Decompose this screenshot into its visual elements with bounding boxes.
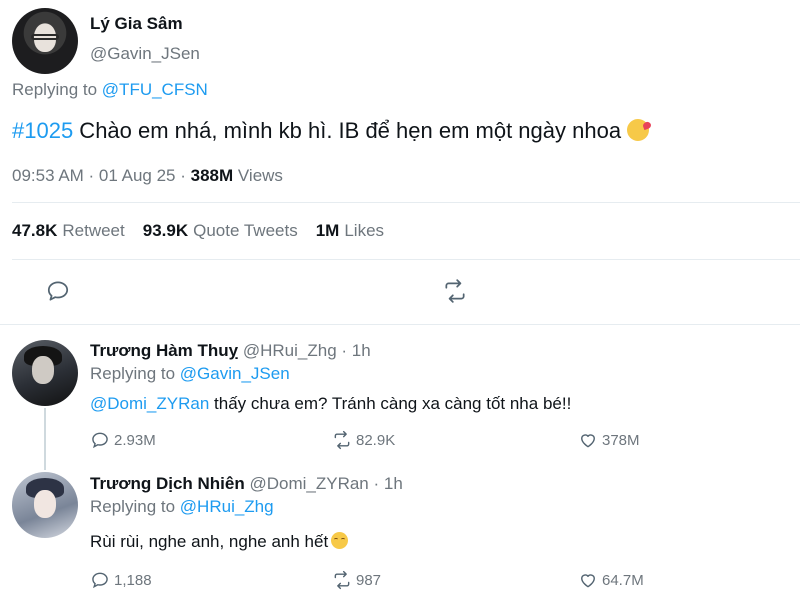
reply-count: 1,188: [114, 571, 152, 589]
reply-header: Trương Dịch Nhiên @Domi_ZYRan · 1h: [90, 474, 403, 494]
replying-to-line: Replying to @TFU_CFSN: [12, 80, 208, 100]
section-divider: [0, 324, 800, 325]
reply-author-name[interactable]: Trương Hàm Thuỵ: [90, 341, 238, 360]
reply-icon: [92, 572, 108, 589]
reply-avatar[interactable]: [12, 472, 78, 538]
tweet-text: #1025 Chào em nhá, mình kb hì. IB để hẹn…: [12, 118, 650, 144]
emoji-kiss-icon: [627, 119, 650, 141]
replying-to-link[interactable]: @HRui_Zhg: [180, 497, 274, 516]
emoji-relieved-icon: [331, 532, 349, 549]
tweet-meta: 09:53 AM · 01 Aug 25 · 388M Views: [12, 166, 283, 186]
replying-prefix: Replying to: [90, 497, 176, 516]
quote-stat[interactable]: 93.9K Quote Tweets: [143, 221, 298, 241]
author-name[interactable]: Lý Gia Sâm: [90, 14, 183, 34]
reply-body: Rùi rùi, nghe anh, nghe anh hết: [90, 532, 329, 551]
reply-body: thấy chưa em? Tránh càng xa càng tốt nha…: [209, 394, 572, 413]
retweet-button[interactable]: 82.9K: [332, 430, 395, 450]
retweet-icon: [334, 570, 350, 590]
replying-prefix: Replying to: [12, 80, 98, 99]
reply-button[interactable]: 1,188: [90, 570, 152, 590]
divider: [12, 202, 800, 203]
hashtag-link[interactable]: #1025: [12, 118, 73, 143]
retweet-icon: [334, 430, 350, 450]
reply-avatar[interactable]: [12, 340, 78, 406]
like-count: 64.7M: [602, 571, 644, 589]
retweet-icon[interactable]: [442, 278, 468, 304]
divider: [12, 259, 800, 260]
tweet-timestamp[interactable]: 09:53 AM · 01 Aug 25 ·: [12, 166, 191, 185]
like-button[interactable]: 64.7M: [578, 570, 644, 590]
author-handle[interactable]: @Gavin_JSen: [90, 44, 200, 64]
reply-author-name[interactable]: Trương Dịch Nhiên: [90, 474, 245, 493]
retweet-button[interactable]: 987: [332, 570, 381, 590]
avatar-glasses: [31, 34, 59, 40]
reply-replying-to: Replying to @HRui_Zhg: [90, 497, 274, 517]
views-label: Views: [233, 166, 283, 185]
view-count: 388M: [190, 166, 234, 185]
thread-connector: [44, 408, 46, 470]
likes-stat[interactable]: 1M Likes: [316, 221, 384, 241]
retweet-count: 987: [356, 571, 382, 589]
like-count: 378M: [602, 431, 640, 449]
reply-icon[interactable]: [45, 278, 71, 304]
reply-text: @Domi_ZYRan thấy chưa em? Tránh càng xa …: [90, 394, 571, 414]
tweet-stats: 47.8K Retweet 93.9K Quote Tweets 1M Likes: [12, 221, 384, 241]
author-avatar[interactable]: [12, 8, 78, 74]
replying-to-link[interactable]: @TFU_CFSN: [102, 80, 208, 99]
reply-count: 2.93M: [114, 431, 156, 449]
reply-icon: [92, 432, 108, 449]
replying-to-link[interactable]: @Gavin_JSen: [180, 364, 290, 383]
avatar-face: [34, 490, 56, 518]
reply-author-handle[interactable]: @HRui_Zhg · 1h: [238, 341, 371, 360]
retweet-count: 82.9K: [356, 431, 396, 449]
like-button[interactable]: 378M: [578, 430, 640, 450]
retweet-stat[interactable]: 47.8K Retweet: [12, 221, 125, 241]
reply-button[interactable]: 2.93M: [90, 430, 156, 450]
reply-replying-to: Replying to @Gavin_JSen: [90, 364, 290, 384]
reply-header: Trương Hàm Thuỵ @HRui_Zhg · 1h: [90, 341, 371, 361]
mention-link[interactable]: @Domi_ZYRan: [90, 394, 209, 413]
reply-text: Rùi rùi, nghe anh, nghe anh hết: [90, 532, 349, 552]
heart-icon: [581, 574, 595, 588]
replying-prefix: Replying to: [90, 364, 176, 383]
reply-author-handle[interactable]: @Domi_ZYRan · 1h: [245, 474, 402, 493]
avatar-face: [32, 356, 54, 384]
tweet-body: Chào em nhá, mình kb hì. IB để hẹn em mộ…: [73, 118, 628, 143]
heart-icon: [581, 434, 595, 448]
